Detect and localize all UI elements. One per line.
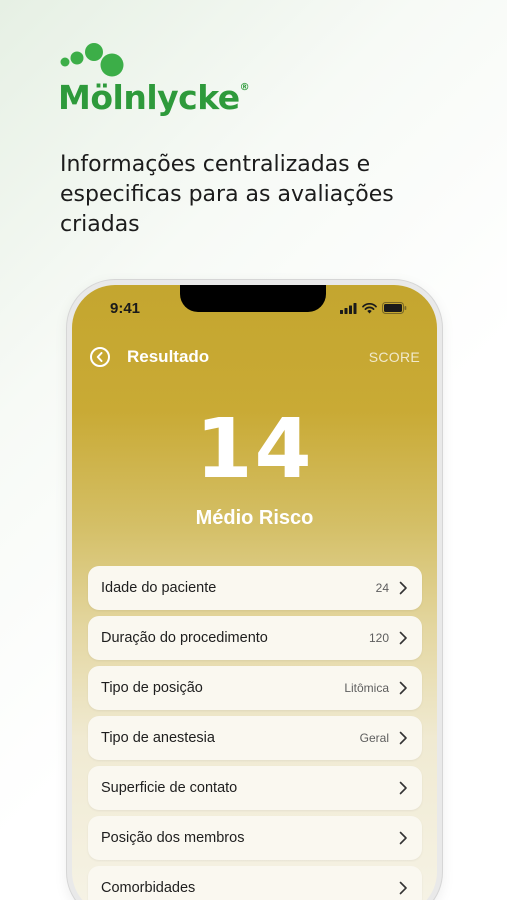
list-item-idade[interactable]: Idade do paciente 24 — [88, 566, 422, 610]
status-icons — [340, 302, 407, 314]
score-value: 14 — [195, 402, 314, 497]
risk-label: Médio Risco — [195, 507, 314, 529]
brand-logo: Mölnlycke® — [58, 40, 258, 125]
nav-bar: Resultado SCORE — [90, 345, 420, 369]
list-item-superficie[interactable]: Superficie de contato — [88, 766, 422, 810]
item-label: Duração do procedimento — [101, 630, 268, 646]
chevron-right-icon — [399, 681, 407, 695]
back-button[interactable] — [90, 347, 110, 367]
list-item-anestesia[interactable]: Tipo de anestesia Geral — [88, 716, 422, 760]
item-label: Comorbidades — [101, 880, 196, 896]
list-item-duracao[interactable]: Duração do procedimento 120 — [88, 616, 422, 660]
item-value: Geral — [359, 731, 389, 745]
result-list: Idade do paciente 24 Duração do procedim… — [88, 566, 422, 900]
item-label: Idade do paciente — [101, 580, 217, 596]
item-value: 24 — [375, 581, 389, 595]
chevron-right-icon — [399, 781, 407, 795]
score-button[interactable]: SCORE — [369, 349, 420, 365]
status-time: 9:41 — [110, 300, 141, 317]
item-label: Posição dos membros — [101, 830, 245, 846]
chevron-right-icon — [399, 581, 407, 595]
item-label: Tipo de anestesia — [101, 730, 215, 746]
wifi-icon — [362, 302, 377, 313]
signal-icon — [340, 302, 357, 314]
phone-notch — [180, 285, 326, 312]
list-item-membros[interactable]: Posição dos membros — [88, 816, 422, 860]
phone-mockup: 9:41 Resultado SCORE 14 Médio Risco Idad… — [67, 280, 442, 900]
page-title: Resultado — [127, 347, 210, 366]
item-value: Litômica — [344, 681, 389, 695]
list-item-comorbidades[interactable]: Comorbidades — [88, 866, 422, 900]
chevron-right-icon — [399, 631, 407, 645]
app-screen: 9:41 Resultado SCORE 14 Médio Risco Idad… — [72, 285, 437, 900]
brand-name: Mölnlycke® — [58, 78, 250, 117]
chevron-right-icon — [399, 881, 407, 895]
chevron-left-icon — [96, 352, 103, 362]
chevron-right-icon — [399, 731, 407, 745]
item-label: Tipo de posição — [101, 680, 203, 696]
item-label: Superficie de contato — [101, 780, 238, 796]
logo-dots-icon — [60, 43, 124, 77]
battery-icon — [382, 302, 407, 314]
item-value: 120 — [368, 631, 389, 645]
tagline: Informações centralizadas e especificas … — [60, 152, 394, 237]
list-item-posicao[interactable]: Tipo de posição Litômica — [88, 666, 422, 710]
chevron-right-icon — [399, 831, 407, 845]
